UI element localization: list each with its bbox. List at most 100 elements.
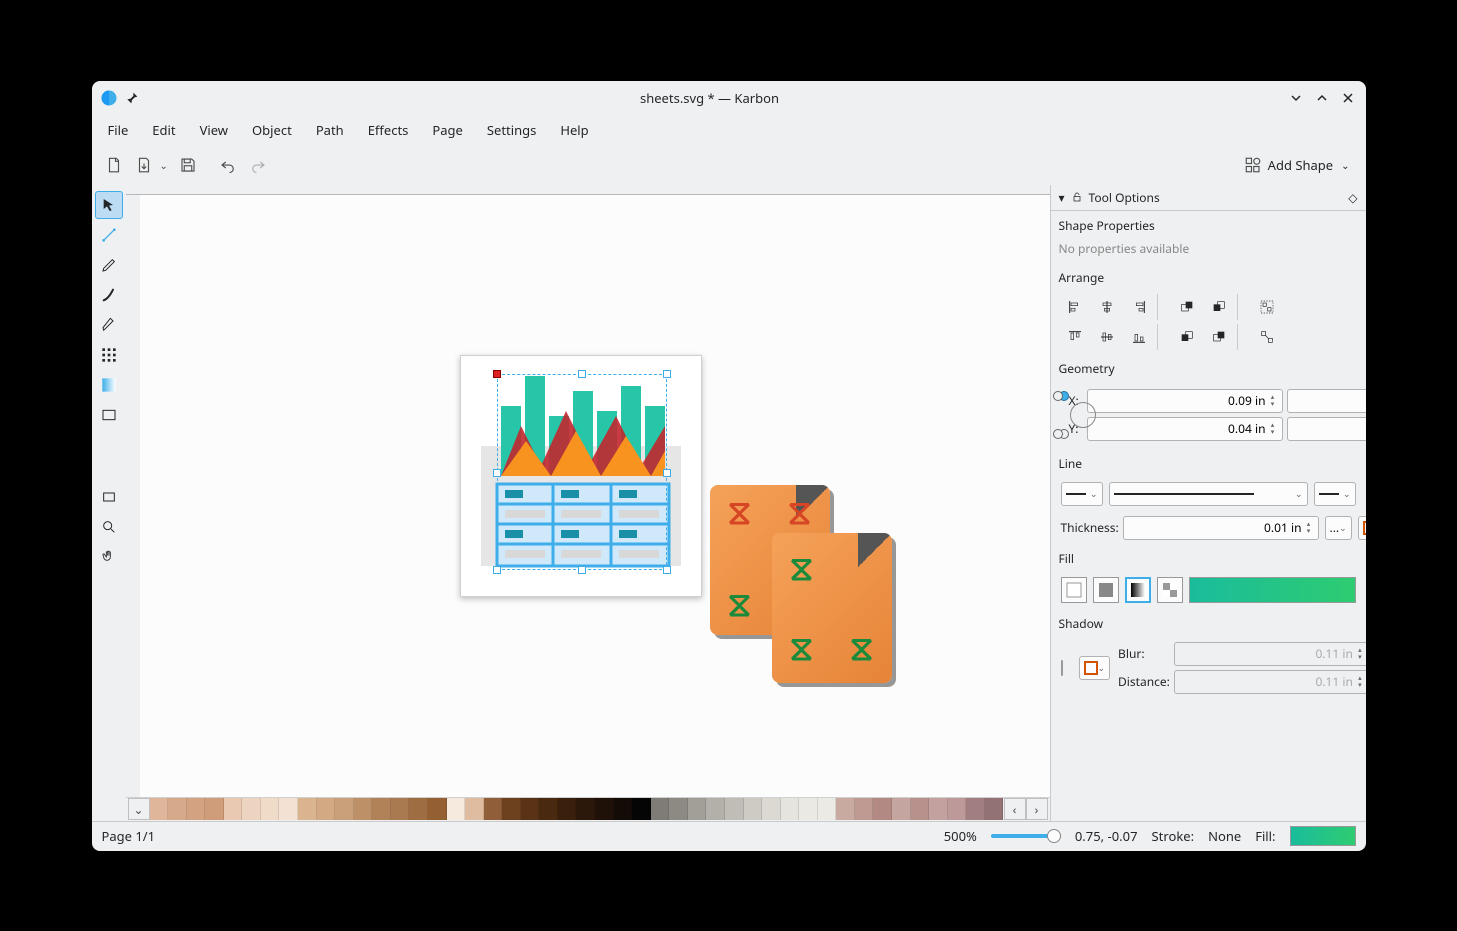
menu-help[interactable]: Help <box>548 117 600 143</box>
send-backward[interactable] <box>1173 324 1201 350</box>
canvas[interactable]: ⧖ ⧖ ⧖ ⧖ ⧖ ⧖ ⧖ <box>140 195 1050 797</box>
palette-swatch[interactable] <box>298 798 317 820</box>
palette-left[interactable]: ‹ <box>1004 798 1026 820</box>
pan-tool[interactable] <box>95 543 123 571</box>
palette-swatch[interactable] <box>317 798 336 820</box>
palette-swatch[interactable] <box>428 798 447 820</box>
menu-page[interactable]: Page <box>420 117 475 143</box>
palette-swatch[interactable] <box>391 798 410 820</box>
palette-swatch[interactable] <box>725 798 744 820</box>
stroke-style-combo[interactable]: ⌄ <box>1109 482 1308 506</box>
stroke-value[interactable]: None <box>1208 827 1241 845</box>
menu-file[interactable]: File <box>96 117 141 143</box>
new-button[interactable] <box>100 151 128 179</box>
bring-front[interactable] <box>1173 294 1201 320</box>
lock-icon[interactable] <box>1071 191 1083 203</box>
redo-button[interactable] <box>244 151 272 179</box>
palette-swatch[interactable] <box>558 798 577 820</box>
palette-swatch[interactable] <box>948 798 967 820</box>
palette-swatch[interactable] <box>873 798 892 820</box>
pattern-tool[interactable] <box>95 341 123 369</box>
palette-swatches[interactable] <box>150 798 1004 820</box>
palette-swatch[interactable] <box>521 798 540 820</box>
select-tool[interactable] <box>95 191 123 219</box>
height-input[interactable]: ▴▾ <box>1287 417 1366 441</box>
selection-box[interactable] <box>497 374 667 570</box>
palette-swatch[interactable] <box>465 798 484 820</box>
collapse-icon[interactable]: ▾ <box>1059 189 1065 206</box>
undo-button[interactable] <box>214 151 242 179</box>
send-back[interactable] <box>1205 324 1233 350</box>
palette-swatch[interactable] <box>799 798 818 820</box>
canvas-viewport[interactable]: ⧖ ⧖ ⧖ ⧖ ⧖ ⧖ ⧖ <box>126 185 1050 797</box>
palette-swatch[interactable] <box>502 798 521 820</box>
palette-swatch[interactable] <box>484 798 503 820</box>
palette-swatch[interactable] <box>168 798 187 820</box>
palette-swatch[interactable] <box>335 798 354 820</box>
palette-swatch[interactable] <box>224 798 243 820</box>
palette-swatch[interactable] <box>911 798 930 820</box>
palette-swatch[interactable] <box>781 798 800 820</box>
width-input[interactable]: ▴▾ <box>1287 389 1366 413</box>
palette-swatch[interactable] <box>651 798 670 820</box>
palette-swatch[interactable] <box>150 798 169 820</box>
palette-swatch[interactable] <box>762 798 781 820</box>
palette-swatch[interactable] <box>539 798 558 820</box>
palette-swatch[interactable] <box>966 798 985 820</box>
palette-swatch[interactable] <box>744 798 763 820</box>
stroke-extra-combo[interactable]: ...⌄ <box>1325 516 1352 540</box>
close-button[interactable] <box>1338 88 1358 108</box>
palette-swatch[interactable] <box>595 798 614 820</box>
menu-object[interactable]: Object <box>240 117 304 143</box>
palette-swatch[interactable] <box>354 798 373 820</box>
palette-swatch[interactable] <box>706 798 725 820</box>
pin-icon[interactable] <box>124 90 140 106</box>
palette-swatch[interactable] <box>372 798 391 820</box>
edit-path-tool[interactable] <box>95 221 123 249</box>
save-button[interactable] <box>174 151 202 179</box>
palette-swatch[interactable] <box>929 798 948 820</box>
align-center-h[interactable] <box>1093 294 1121 320</box>
palette-swatch[interactable] <box>242 798 261 820</box>
palette-swatch[interactable] <box>836 798 855 820</box>
calligraphy-tool[interactable] <box>95 281 123 309</box>
align-center-v[interactable] <box>1093 324 1121 350</box>
cap-start-combo[interactable]: ⌄ <box>1061 482 1103 506</box>
menu-edit[interactable]: Edit <box>140 117 187 143</box>
open-button[interactable] <box>130 151 158 179</box>
zoom-slider[interactable] <box>991 834 1061 838</box>
fill-gradient[interactable] <box>1125 577 1151 603</box>
align-right[interactable] <box>1125 294 1153 320</box>
palette-swatch[interactable] <box>261 798 280 820</box>
fill-preview[interactable] <box>1189 577 1356 603</box>
palette-swatch[interactable] <box>409 798 428 820</box>
palette-swatch[interactable] <box>576 798 595 820</box>
shadow-enable-check[interactable] <box>1061 660 1063 676</box>
align-bottom[interactable] <box>1125 324 1153 350</box>
palette-swatch[interactable] <box>279 798 298 820</box>
cap-end-combo[interactable]: ⌄ <box>1314 482 1356 506</box>
maximize-button[interactable] <box>1312 88 1332 108</box>
align-top[interactable] <box>1061 324 1089 350</box>
palette-swatch[interactable] <box>688 798 707 820</box>
x-input[interactable]: ▴▾ <box>1087 389 1283 413</box>
fill-pattern[interactable] <box>1157 577 1183 603</box>
shadow-color-button[interactable]: ⌄ <box>1079 656 1111 680</box>
palette-right[interactable]: › <box>1026 798 1048 820</box>
menu-settings[interactable]: Settings <box>475 117 548 143</box>
pen-tool[interactable] <box>95 311 123 339</box>
palette-swatch[interactable] <box>205 798 224 820</box>
palette-swatch[interactable] <box>855 798 874 820</box>
align-left[interactable] <box>1061 294 1089 320</box>
gradient-tool[interactable] <box>95 371 123 399</box>
text-tool[interactable] <box>95 401 123 429</box>
y-input[interactable]: ▴▾ <box>1087 417 1283 441</box>
status-fill-swatch[interactable] <box>1290 826 1356 846</box>
palette-swatch[interactable] <box>187 798 206 820</box>
canvas-object-chart[interactable] <box>460 355 702 597</box>
menu-view[interactable]: View <box>188 117 240 143</box>
thickness-input[interactable]: ▴▾ <box>1123 516 1319 540</box>
palette-swatch[interactable] <box>669 798 688 820</box>
palette-menu[interactable]: ⌄ <box>128 798 150 820</box>
add-shape-button[interactable]: Add Shape ⌄ <box>1236 152 1358 178</box>
